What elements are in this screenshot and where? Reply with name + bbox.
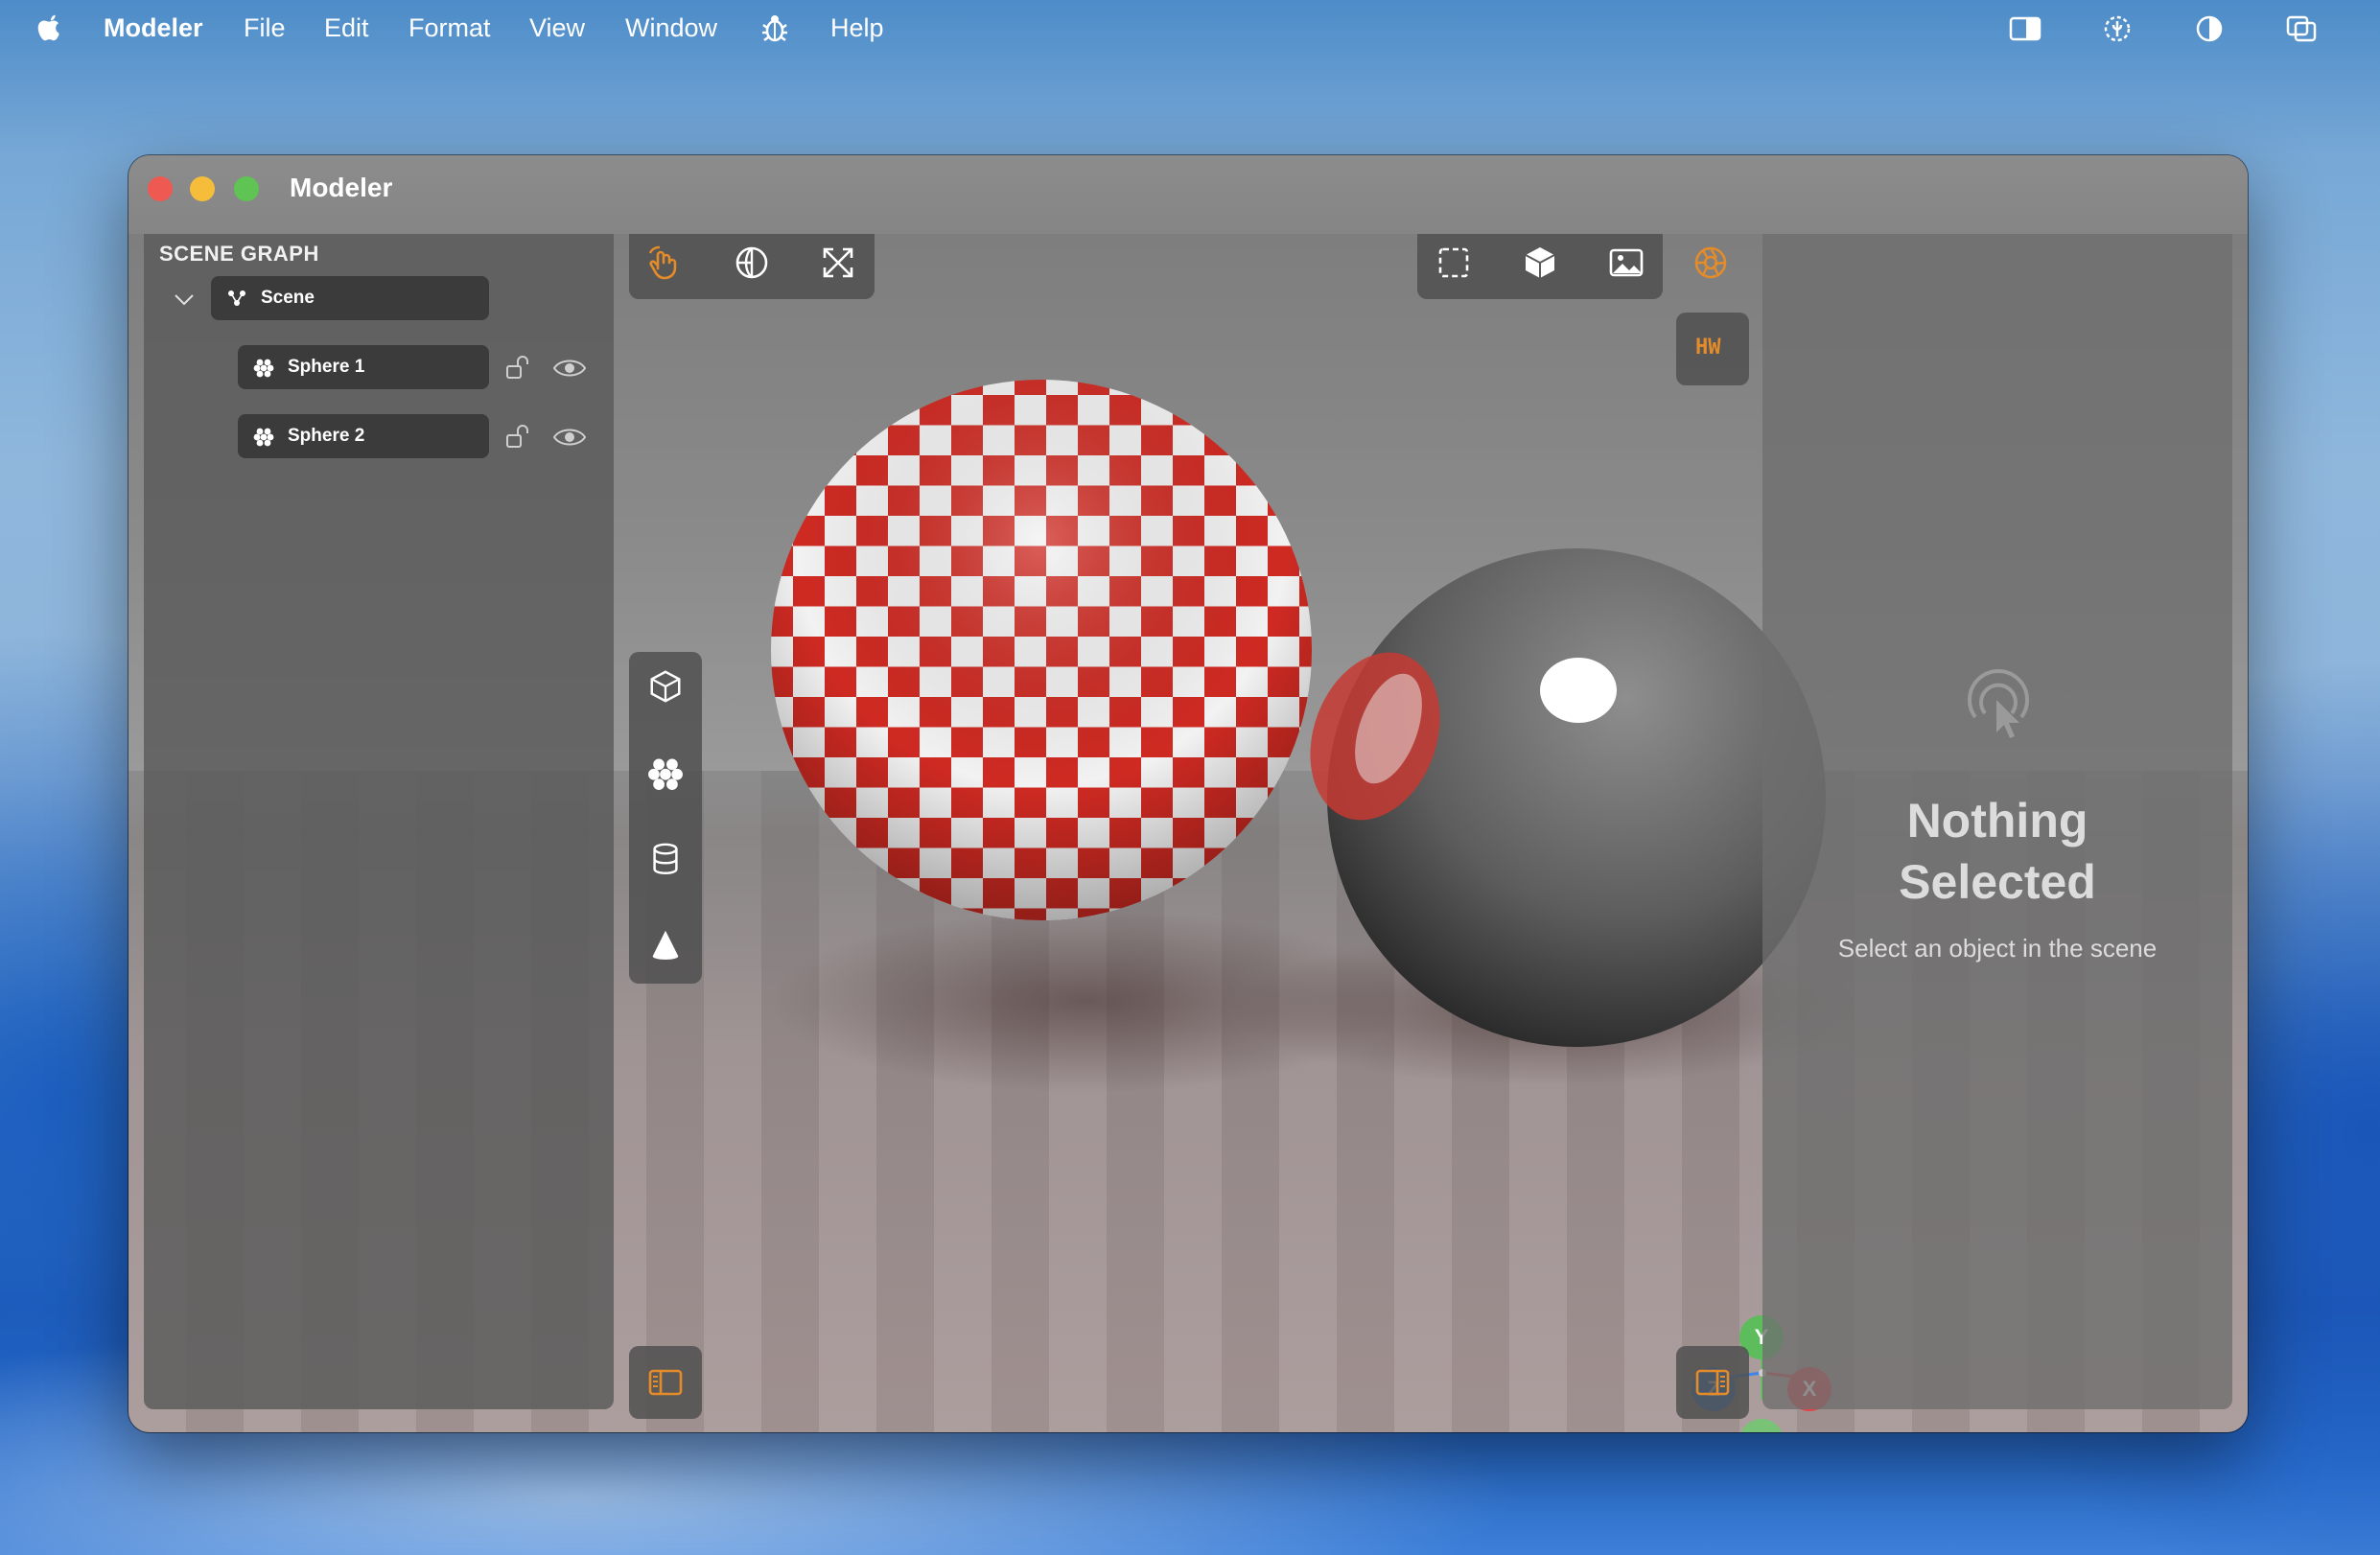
menu-view[interactable]: View xyxy=(529,13,585,43)
title-bar: Modeler xyxy=(128,155,2248,234)
scene-viewport[interactable]: SCENE GRAPH Scene Sphere 1 Sphere 2 HW Y… xyxy=(128,234,2248,1432)
bug-icon[interactable] xyxy=(759,12,790,44)
solid-cube-icon xyxy=(1525,247,1555,278)
close-button[interactable] xyxy=(148,176,173,201)
marquee-select-icon xyxy=(1438,247,1469,278)
add-sphere-button[interactable] xyxy=(642,750,688,796)
empty-state-title: Nothing Selected xyxy=(1762,790,2232,913)
empty-state-subtitle: Select an object in the scene xyxy=(1837,934,2158,963)
scene-graph-title: SCENE GRAPH xyxy=(159,242,319,266)
hw-badge: HW xyxy=(1695,336,1721,360)
toggle-right-sidebar-button[interactable] xyxy=(1676,1346,1749,1419)
menu-edit[interactable]: Edit xyxy=(324,13,369,43)
menu-format[interactable]: Format xyxy=(408,13,491,43)
hardware-render-toggle[interactable]: HW xyxy=(1676,313,1749,385)
scene-node-sphere-2[interactable]: Sphere 2 xyxy=(238,414,489,458)
view-mode-toolbox xyxy=(1417,234,1727,299)
tool-zoom-extents[interactable] xyxy=(815,240,861,286)
view-texture[interactable] xyxy=(1603,240,1649,286)
menu-help[interactable]: Help xyxy=(830,13,884,43)
window-stack-icon[interactable] xyxy=(2284,13,2319,44)
scene-graph-panel: SCENE GRAPH Scene Sphere 1 Sphere 2 xyxy=(144,234,614,1409)
zoom-button[interactable] xyxy=(234,176,259,201)
add-cone-button[interactable] xyxy=(642,922,688,968)
cone-icon xyxy=(652,930,679,960)
orbit-globe-icon xyxy=(735,246,768,279)
aperture-icon xyxy=(1694,246,1727,279)
scene-root-label: Scene xyxy=(261,288,315,308)
sidebar-right-icon xyxy=(1695,1369,1730,1396)
add-cylinder-button[interactable] xyxy=(642,836,688,882)
scene-node-label: Sphere 1 xyxy=(288,357,365,377)
modeler-window: Modeler SCENE GRAPH Scene Sphere 1 Spher… xyxy=(128,155,2248,1432)
visibility-eye-icon[interactable] xyxy=(552,355,587,382)
scene-node-sphere-1[interactable]: Sphere 1 xyxy=(238,345,489,389)
minimize-button[interactable] xyxy=(190,176,215,201)
cube-outline-icon xyxy=(650,670,681,703)
apple-logo-icon[interactable] xyxy=(35,12,65,44)
sphere-mesh-icon xyxy=(253,428,274,447)
lock-open-icon[interactable] xyxy=(504,424,531,451)
contrast-icon[interactable] xyxy=(2192,13,2227,44)
image-icon xyxy=(1609,248,1644,277)
sidebar-toggle-icon[interactable] xyxy=(2008,13,2042,44)
chevron-down-icon[interactable] xyxy=(173,288,196,311)
empty-state-title-line1: Nothing xyxy=(1906,794,2088,847)
cylinder-icon xyxy=(653,843,678,874)
window-title: Modeler xyxy=(290,173,393,202)
sphere-mesh-icon xyxy=(253,359,274,378)
visibility-eye-icon[interactable] xyxy=(552,424,587,451)
menu-bar: Modeler File Edit Format View Window Hel… xyxy=(0,0,2380,56)
hand-pointer-icon xyxy=(648,245,677,280)
checkered-sphere[interactable] xyxy=(730,355,1363,959)
expand-arrows-icon xyxy=(823,247,853,278)
lock-open-icon[interactable] xyxy=(504,355,531,382)
view-render[interactable] xyxy=(1688,240,1734,286)
menu-window[interactable]: Window xyxy=(625,13,717,43)
scene-graph-icon xyxy=(228,290,245,306)
tool-pan[interactable] xyxy=(641,240,687,286)
toggle-left-sidebar-button[interactable] xyxy=(629,1346,702,1419)
tool-select-region[interactable] xyxy=(1431,240,1477,286)
scene-node-label: Sphere 2 xyxy=(288,426,365,446)
scene-root-node[interactable]: Scene xyxy=(211,276,489,320)
primitive-toolbox xyxy=(629,652,702,984)
menu-file[interactable]: File xyxy=(244,13,286,43)
sidebar-left-icon xyxy=(648,1369,683,1396)
sphere-mesh-icon xyxy=(648,758,683,790)
empty-state-title-line2: Selected xyxy=(1899,855,2096,909)
interaction-toolbox xyxy=(629,234,875,299)
pointer-tap-icon xyxy=(1968,669,2029,738)
tool-orbit[interactable] xyxy=(729,240,775,286)
menu-app-name[interactable]: Modeler xyxy=(104,13,203,43)
inspector-panel: Nothing Selected Select an object in the… xyxy=(1762,234,2232,1409)
add-cube-button[interactable] xyxy=(642,663,688,709)
accessibility-icon[interactable] xyxy=(2100,13,2135,44)
view-solid[interactable] xyxy=(1517,240,1563,286)
